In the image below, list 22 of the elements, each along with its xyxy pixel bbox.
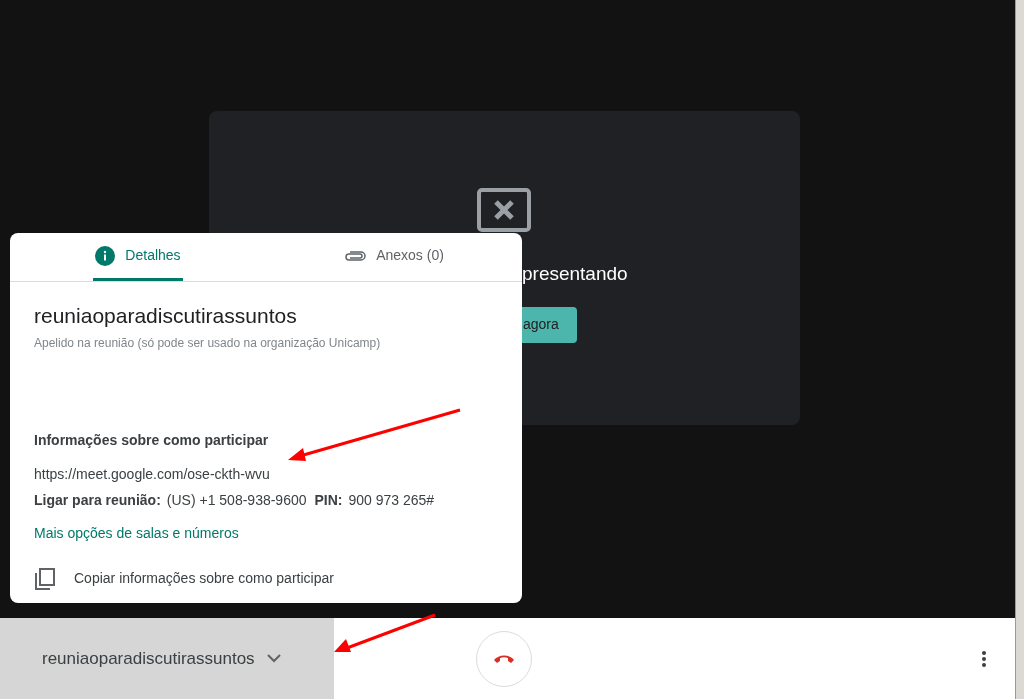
info-icon: [95, 245, 116, 266]
paperclip-icon: [344, 249, 367, 262]
more-options-link[interactable]: Mais opções de salas e números: [34, 522, 239, 544]
meeting-url: https://meet.google.com/ose-ckth-wvu: [34, 464, 270, 484]
present-now-button[interactable]: agora: [522, 306, 577, 343]
phone-icon: [493, 653, 515, 664]
pin-label: PIN:: [314, 490, 343, 510]
chevron-down-icon: [266, 654, 281, 663]
presenting-message: presentando: [522, 262, 628, 286]
dial-in-number: (US) +1 508-938-9600: [166, 490, 307, 510]
meeting-details-toggle[interactable]: reuniaoparadiscutirassuntos: [0, 618, 334, 699]
copy-join-info-button[interactable]: Copiar informações sobre como participar: [34, 567, 334, 590]
meeting-name: reuniaoparadiscutirassuntos: [34, 303, 297, 329]
dial-in-label: Ligar para reunião:: [34, 490, 161, 510]
copy-icon: [34, 567, 56, 590]
more-vertical-icon: [982, 650, 986, 667]
close-box-icon: [476, 188, 531, 232]
tab[interactable]: Detalhes: [93, 233, 183, 281]
pin-value: 900 973 265#: [348, 490, 435, 510]
nickname-note: Apelido na reunião (só pode ser usado na organização Unicamp): [34, 334, 381, 352]
join-info-heading: Informações sobre como participar: [34, 430, 269, 450]
tab[interactable]: Anexos (0): [342, 233, 446, 281]
